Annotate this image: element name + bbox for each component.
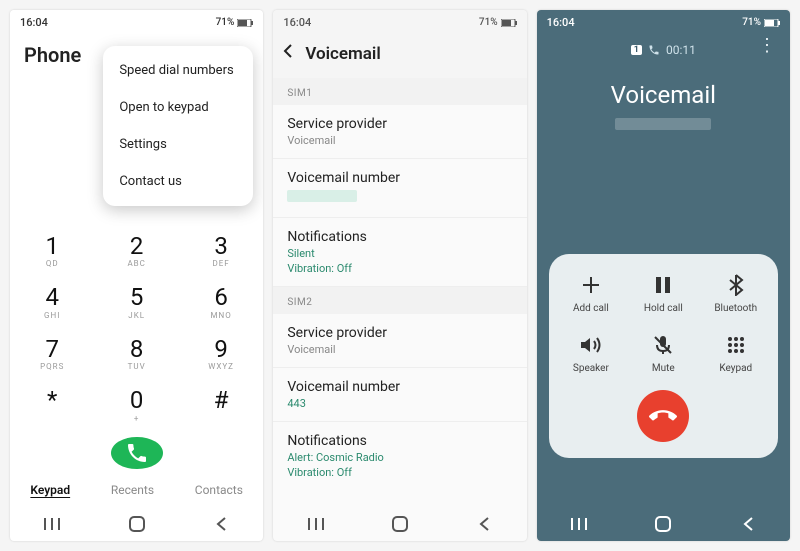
phone-app-screen: 16:04 71% Phone Speed dial numbers Open … <box>10 10 263 541</box>
bluetooth-button[interactable]: Bluetooth <box>700 272 772 314</box>
tab-keypad[interactable]: Keypad <box>30 483 70 497</box>
hangup-icon <box>649 402 677 430</box>
menu-settings[interactable]: Settings <box>103 126 253 163</box>
key-hash[interactable]: # <box>179 381 263 432</box>
sim-badge: 1 <box>631 45 642 55</box>
back-button[interactable] <box>283 43 293 64</box>
caller-number-redacted <box>537 115 790 134</box>
status-time: 16:04 <box>20 16 48 29</box>
key-1[interactable]: 1QD <box>10 227 94 278</box>
menu-open-keypad[interactable]: Open to keypad <box>103 89 253 126</box>
battery-icon <box>764 19 780 27</box>
in-call-screen: 16:04 71% 1 00:11 ⋮ Voicemail Add call H… <box>537 10 790 541</box>
settings-header: Voicemail <box>273 31 526 78</box>
bottom-tabs: Keypad Recents Contacts <box>10 469 263 505</box>
key-4[interactable]: 4GHI <box>10 278 94 329</box>
nav-back-icon[interactable] <box>212 515 230 533</box>
sim2-voicemail-number[interactable]: Voicemail number 443 <box>273 368 526 422</box>
phone-icon <box>125 441 149 465</box>
sim1-service-provider[interactable]: Service provider Voicemail <box>273 105 526 159</box>
status-icons: 71% <box>479 17 517 28</box>
status-icons: 71% <box>216 17 254 28</box>
sim2-notifications[interactable]: Notifications Alert: Cosmic Radio Vibrat… <box>273 422 526 490</box>
status-time: 16:04 <box>283 16 311 29</box>
keypad-icon <box>723 332 749 358</box>
mute-icon <box>650 332 676 358</box>
call-button[interactable] <box>111 437 163 469</box>
nav-back-icon[interactable] <box>475 515 493 533</box>
key-7[interactable]: 7PQRS <box>10 330 94 381</box>
nav-back-icon[interactable] <box>739 515 757 533</box>
section-sim2: SIM2 <box>273 287 526 314</box>
speaker-button[interactable]: Speaker <box>555 332 627 374</box>
nav-bar <box>10 505 263 541</box>
nav-home-icon[interactable] <box>391 515 409 533</box>
overflow-menu: Speed dial numbers Open to keypad Settin… <box>103 46 253 206</box>
end-call-button[interactable] <box>637 390 689 442</box>
section-sim1: SIM1 <box>273 78 526 105</box>
status-bar: 16:04 71% <box>273 10 526 31</box>
battery-icon <box>237 19 253 27</box>
more-menu-button[interactable]: ⋮ <box>758 37 776 55</box>
key-star[interactable]: * <box>10 381 94 432</box>
sim1-notifications[interactable]: Notifications Silent Vibration: Off <box>273 218 526 287</box>
key-3[interactable]: 3DEF <box>179 227 263 278</box>
mute-button[interactable]: Mute <box>627 332 699 374</box>
nav-recents-icon[interactable] <box>43 515 61 533</box>
call-timer: 00:11 <box>666 43 696 57</box>
status-time: 16:04 <box>547 16 575 29</box>
status-icons: 71% <box>742 17 780 28</box>
key-9[interactable]: 9WXYZ <box>179 330 263 381</box>
nav-bar <box>537 505 790 541</box>
redacted-number <box>287 190 357 202</box>
tab-contacts[interactable]: Contacts <box>195 483 243 497</box>
menu-contact-us[interactable]: Contact us <box>103 163 253 200</box>
battery-icon <box>501 19 517 27</box>
nav-recents-icon[interactable] <box>307 515 325 533</box>
key-2[interactable]: 2ABC <box>94 227 178 278</box>
hold-call-button[interactable]: Hold call <box>627 272 699 314</box>
key-8[interactable]: 8TUV <box>94 330 178 381</box>
key-5[interactable]: 5JKL <box>94 278 178 329</box>
bluetooth-icon <box>723 272 749 298</box>
nav-recents-icon[interactable] <box>570 515 588 533</box>
pause-icon <box>650 272 676 298</box>
phone-icon <box>648 44 660 56</box>
dial-pad: 1QD 2ABC 3DEF 4GHI 5JKL 6MNO 7PQRS 8TUV … <box>10 227 263 433</box>
sim1-voicemail-number[interactable]: Voicemail number <box>273 159 526 218</box>
sim2-service-provider[interactable]: Service provider Voicemail <box>273 314 526 368</box>
caller-name: Voicemail <box>537 81 790 109</box>
nav-bar <box>273 505 526 541</box>
key-6[interactable]: 6MNO <box>179 278 263 329</box>
tab-recents[interactable]: Recents <box>111 483 154 497</box>
add-call-button[interactable]: Add call <box>555 272 627 314</box>
nav-home-icon[interactable] <box>128 515 146 533</box>
status-bar: 16:04 71% <box>10 10 263 31</box>
plus-icon <box>578 272 604 298</box>
speaker-icon <box>578 332 604 358</box>
settings-title: Voicemail <box>305 44 380 64</box>
key-0[interactable]: 0+ <box>94 381 178 432</box>
call-controls-panel: Add call Hold call Bluetooth Speaker Mut… <box>549 254 778 458</box>
call-meta: 1 00:11 ⋮ <box>537 31 790 61</box>
keypad-button[interactable]: Keypad <box>700 332 772 374</box>
menu-speed-dial[interactable]: Speed dial numbers <box>103 52 253 89</box>
voicemail-settings-screen: 16:04 71% Voicemail SIM1 Service provide… <box>273 10 526 541</box>
status-bar: 16:04 71% <box>537 10 790 31</box>
nav-home-icon[interactable] <box>654 515 672 533</box>
